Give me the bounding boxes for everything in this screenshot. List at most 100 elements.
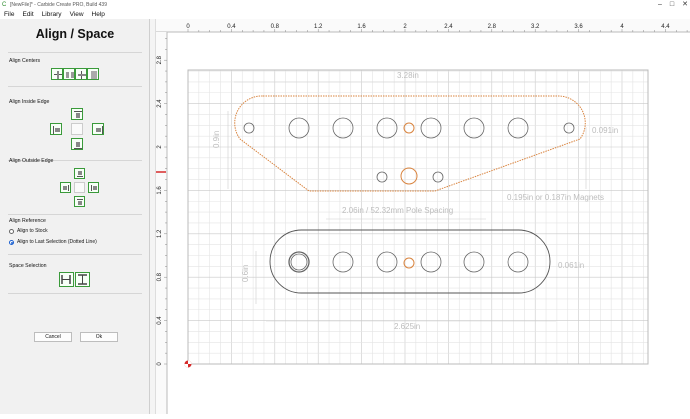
small-hole bbox=[376, 171, 388, 183]
cancel-button[interactable]: Cancel bbox=[34, 332, 72, 342]
align-bottom-outside-button[interactable] bbox=[74, 196, 85, 207]
close-icon[interactable]: ✕ bbox=[682, 0, 688, 10]
x-ruler-label: 2.4 bbox=[444, 24, 453, 30]
radio-button[interactable] bbox=[9, 228, 14, 234]
app-window: C [NewFile]* - Carbide Create PRO, Build… bbox=[0, 0, 690, 414]
divider bbox=[8, 254, 142, 255]
top-pickup-plate[interactable] bbox=[234, 95, 586, 192]
align-center-vertical-button[interactable] bbox=[75, 68, 87, 80]
pole-hole bbox=[288, 251, 310, 273]
align-reference-label: Align Reference bbox=[9, 218, 46, 224]
align-top-outside-button[interactable] bbox=[74, 168, 85, 179]
menu-view[interactable]: View bbox=[70, 10, 84, 19]
pole-hole bbox=[420, 251, 442, 273]
align-right-inside-button[interactable] bbox=[92, 123, 104, 135]
x-ruler-label: 0.4 bbox=[227, 24, 236, 30]
mount-hole bbox=[243, 122, 255, 134]
align-center-horizontal-button[interactable] bbox=[51, 68, 63, 80]
pole-hole bbox=[507, 117, 529, 139]
align-top-inside-button[interactable] bbox=[71, 108, 83, 120]
dim-top-height: 0.9in bbox=[212, 131, 221, 148]
minimize-icon[interactable]: – bbox=[658, 0, 662, 10]
panel-title: Align / Space bbox=[35, 27, 115, 41]
window-controls: – □ ✕ bbox=[658, 0, 688, 10]
x-ruler-label: 4.4 bbox=[661, 24, 670, 30]
align-outside-edge-group bbox=[60, 168, 100, 208]
x-ruler-label: 1.6 bbox=[357, 24, 366, 30]
pole-hole bbox=[420, 117, 442, 139]
space-horizontal-icon[interactable] bbox=[59, 272, 91, 287]
radio-align-to-stock[interactable]: Align to Stock bbox=[9, 228, 48, 234]
bottom-plate-holes bbox=[288, 251, 529, 273]
grid bbox=[187, 70, 648, 365]
selected-hole bbox=[403, 122, 415, 134]
pole-hole bbox=[332, 117, 354, 139]
radio-label: Align to Last Selection (Dotted Line) bbox=[17, 239, 97, 245]
maximize-icon[interactable]: □ bbox=[670, 0, 674, 10]
dim-top-hole: 0.091in bbox=[592, 126, 618, 135]
dim-bottom-width: 2.625in bbox=[394, 322, 420, 331]
space-selection-label: Space Selection bbox=[9, 263, 47, 269]
align-center-left-right-button[interactable] bbox=[63, 68, 75, 80]
radio-label: Align to Stock bbox=[17, 228, 48, 234]
y-ruler-label: 2.8 bbox=[157, 55, 163, 64]
align-inside-edge-group bbox=[50, 108, 104, 152]
y-ruler-label: 2.4 bbox=[157, 99, 163, 108]
dim-bottom-height: 0.6in bbox=[241, 265, 250, 282]
ok-button[interactable]: Ok bbox=[80, 332, 118, 342]
dim-pole-spacing: 2.06in / 52.32mm Pole Spacing bbox=[342, 206, 453, 215]
divider bbox=[8, 214, 142, 215]
align-space-panel: Align / Space Align Centers Align Inside… bbox=[0, 19, 150, 414]
y-ruler-label: 1.2 bbox=[157, 229, 163, 238]
x-ruler-label: 1.2 bbox=[314, 24, 323, 30]
pole-hole bbox=[507, 251, 529, 273]
dim-bottom-hole: 0.061in bbox=[558, 261, 584, 270]
align-center-both-button[interactable] bbox=[87, 68, 99, 80]
small-hole bbox=[432, 171, 444, 183]
selected-hole-large bbox=[400, 167, 418, 185]
top-plate-selected-holes[interactable] bbox=[400, 122, 418, 185]
y-ruler-label: 0.8 bbox=[157, 272, 163, 281]
menu-help[interactable]: Help bbox=[92, 10, 105, 19]
top-ruler bbox=[156, 19, 690, 32]
stock-border bbox=[187, 69, 649, 365]
align-outside-edge-label: Align Outside Edge bbox=[9, 158, 54, 164]
pole-hole-inner bbox=[290, 253, 308, 271]
canvas-svg[interactable]: 0 0.4 0.8 1.2 1.6 2 2.4 2.8 3.2 3.6 4 4.4 2.82.421.… bbox=[156, 19, 690, 414]
app-icon: C bbox=[2, 2, 7, 8]
window-title: [NewFile]* - Carbide Create PRO, Build 4… bbox=[10, 2, 107, 8]
align-outside-center bbox=[74, 182, 85, 193]
menu-bar: File Edit Library View Help bbox=[0, 10, 690, 19]
align-inside-center bbox=[71, 123, 83, 135]
align-centers-label: Align Centers bbox=[9, 58, 41, 64]
menu-library[interactable]: Library bbox=[42, 10, 62, 19]
pole-hole bbox=[332, 251, 354, 273]
divider bbox=[8, 86, 142, 87]
align-centers-group bbox=[51, 68, 99, 80]
pole-hole bbox=[288, 117, 310, 139]
title-bar: C [NewFile]* - Carbide Create PRO, Build… bbox=[0, 0, 690, 10]
align-inside-edge-label: Align Inside Edge bbox=[9, 99, 50, 105]
top-plate-outline[interactable] bbox=[234, 95, 586, 192]
menu-file[interactable]: File bbox=[4, 10, 14, 19]
align-left-inside-button[interactable] bbox=[50, 123, 62, 135]
x-ruler-label: 3.6 bbox=[574, 24, 583, 30]
dim-magnets: 0.195in or 0.187in Magnets bbox=[507, 193, 604, 202]
dim-top-width: 3.28in bbox=[397, 71, 419, 80]
x-ruler-label: 2.8 bbox=[488, 24, 497, 30]
y-ruler-label: 1.6 bbox=[157, 186, 163, 195]
align-right-outside-button[interactable] bbox=[88, 182, 99, 193]
menu-edit[interactable]: Edit bbox=[22, 10, 33, 19]
radio-button-selected[interactable] bbox=[9, 239, 14, 245]
align-bottom-inside-button[interactable] bbox=[71, 138, 83, 150]
radio-align-to-last-selection[interactable]: Align to Last Selection (Dotted Line) bbox=[9, 239, 97, 245]
x-ruler-label: 0.8 bbox=[271, 24, 280, 30]
y-ruler-label: 0.4 bbox=[157, 316, 163, 325]
mount-hole bbox=[563, 122, 575, 134]
design-canvas[interactable]: 0 0.4 0.8 1.2 1.6 2 2.4 2.8 3.2 3.6 4 4.4 2.8 2.4 2 1.… bbox=[156, 19, 690, 414]
divider bbox=[8, 52, 142, 53]
divider bbox=[8, 293, 142, 294]
align-left-outside-button[interactable] bbox=[60, 182, 71, 193]
origin-marker bbox=[184, 360, 192, 368]
x-ruler-label: 3.2 bbox=[531, 24, 540, 30]
